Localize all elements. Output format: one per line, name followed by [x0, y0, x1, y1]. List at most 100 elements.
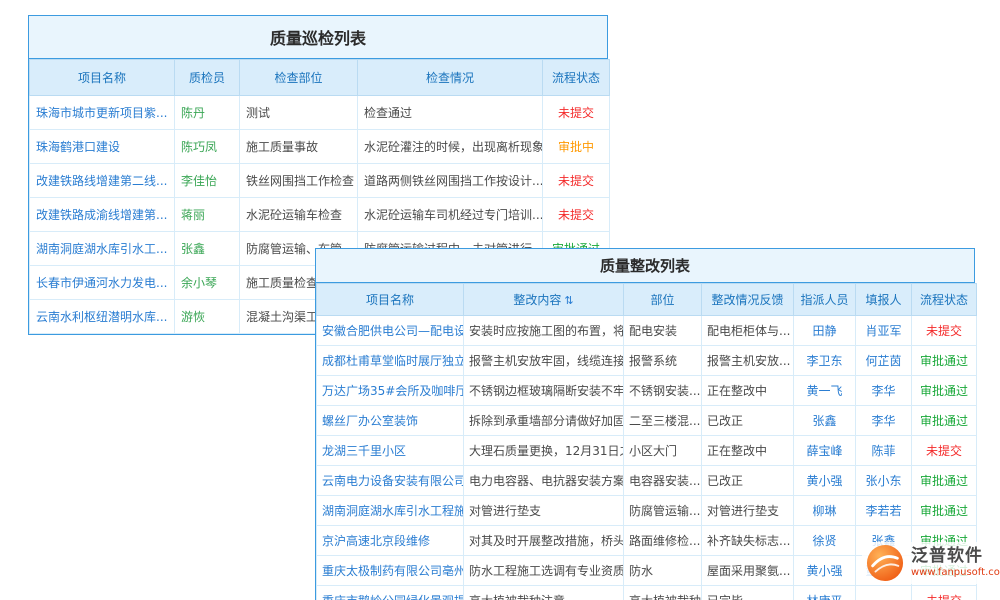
- table-row[interactable]: 螺丝厂办公室装饰拆除到承重墙部分请做好加固...二至三楼混...已改正张鑫李华审…: [317, 406, 977, 436]
- column-header-inspector[interactable]: 质检员: [175, 60, 240, 96]
- table-row[interactable]: 万达广场35#会所及咖啡厅安...不锈钢边框玻璃隔断安装不牢...不锈钢安装..…: [317, 376, 977, 406]
- table-row[interactable]: 湖南洞庭湖水库引水工程施工...对管进行垫支防腐管运输...对管进行垫支柳琳李若…: [317, 496, 977, 526]
- project-name-cell[interactable]: 云南水利枢纽潜明水库...: [30, 300, 175, 334]
- assignee-cell[interactable]: 柳琳: [794, 496, 856, 526]
- column-header-status[interactable]: 流程状态: [912, 284, 977, 316]
- project-name-cell[interactable]: 螺丝厂办公室装饰: [317, 406, 464, 436]
- table-row[interactable]: 珠海鹤港口建设陈巧凤施工质量事故水泥砼灌注的时候，出现离析现象审批中: [30, 130, 610, 164]
- inspector-cell[interactable]: 余小琴: [175, 266, 240, 300]
- content-cell: 高大植被栽种注意: [464, 586, 624, 600]
- status-cell: 未提交: [543, 96, 610, 130]
- project-name-cell[interactable]: 重庆市鹅岭公园绿化景观提升...: [317, 586, 464, 600]
- status-cell: 审批通过: [912, 406, 977, 436]
- logo-text-block: 泛普软件 www.fanpusoft.com: [911, 546, 1000, 580]
- status-cell: 审批通过: [912, 466, 977, 496]
- logo-url-link[interactable]: www.fanpusoft.com: [911, 567, 1000, 580]
- column-header-part[interactable]: 部位: [624, 284, 702, 316]
- project-name-cell[interactable]: 珠海市城市更新项目紫...: [30, 96, 175, 130]
- fanpu-logo-icon: [866, 544, 904, 582]
- content-cell: 防水工程施工选调有专业资质...: [464, 556, 624, 586]
- logo-name: 泛普软件: [911, 546, 1000, 567]
- project-name-cell[interactable]: 珠海鹤港口建设: [30, 130, 175, 164]
- inspector-cell[interactable]: 张鑫: [175, 232, 240, 266]
- part-cell: 报警系统: [624, 346, 702, 376]
- table-row[interactable]: 云南电力设备安装有限公司20...电力电容器、电抗器安装方案...电容器安装..…: [317, 466, 977, 496]
- assignee-cell[interactable]: 李卫东: [794, 346, 856, 376]
- assignee-cell[interactable]: 张鑫: [794, 406, 856, 436]
- situation-cell: 道路两侧铁丝网围挡工作按设计...: [358, 164, 543, 198]
- reporter-cell[interactable]: 肖亚军: [856, 316, 912, 346]
- inspector-cell[interactable]: 陈丹: [175, 96, 240, 130]
- status-cell: 未提交: [543, 164, 610, 198]
- column-header-feedback[interactable]: 整改情况反馈: [702, 284, 794, 316]
- column-header-content[interactable]: 整改内容⇅: [464, 284, 624, 316]
- project-name-cell[interactable]: 万达广场35#会所及咖啡厅安...: [317, 376, 464, 406]
- fanpu-logo: 泛普软件 www.fanpusoft.com: [862, 542, 1000, 584]
- status-cell: 审批通过: [912, 346, 977, 376]
- reporter-cell[interactable]: 李若若: [856, 496, 912, 526]
- project-name-cell[interactable]: 安徽合肥供电公司—配电设备...: [317, 316, 464, 346]
- column-header-part[interactable]: 检查部位: [240, 60, 358, 96]
- part-cell: 配电安装: [624, 316, 702, 346]
- feedback-cell: 屋面采用聚氨...: [702, 556, 794, 586]
- reporter-cell[interactable]: 李华: [856, 376, 912, 406]
- column-header-content-label: 整改内容: [513, 293, 561, 307]
- table-row[interactable]: 改建铁路成渝线增建第...蒋丽水泥砼运输车检查水泥砼运输车司机经过专门培训...…: [30, 198, 610, 232]
- part-cell: 小区大门: [624, 436, 702, 466]
- table-row[interactable]: 重庆市鹅岭公园绿化景观提升...高大植被栽种注意高大植被栽种已完毕林康平未提交: [317, 586, 977, 600]
- inspector-cell[interactable]: 陈巧凤: [175, 130, 240, 164]
- project-name-cell[interactable]: 龙湖三千里小区: [317, 436, 464, 466]
- reporter-cell[interactable]: 张小东: [856, 466, 912, 496]
- column-header-status[interactable]: 流程状态: [543, 60, 610, 96]
- content-cell: 对其及时开展整改措施，桥头...: [464, 526, 624, 556]
- feedback-cell: 正在整改中: [702, 436, 794, 466]
- column-header-project[interactable]: 项目名称: [317, 284, 464, 316]
- feedback-cell: 配电柜柜体与...: [702, 316, 794, 346]
- table-row[interactable]: 改建铁路线增建第二线...李佳怡铁丝网围挡工作检查道路两侧铁丝网围挡工作按设计.…: [30, 164, 610, 198]
- assignee-cell[interactable]: 徐贤: [794, 526, 856, 556]
- project-name-cell[interactable]: 湖南洞庭湖水库引水工...: [30, 232, 175, 266]
- project-name-cell[interactable]: 京沪高速北京段维修: [317, 526, 464, 556]
- inspector-cell[interactable]: 李佳怡: [175, 164, 240, 198]
- part-cell: 路面维修检...: [624, 526, 702, 556]
- column-header-assignee[interactable]: 指派人员: [794, 284, 856, 316]
- project-name-cell[interactable]: 云南电力设备安装有限公司20...: [317, 466, 464, 496]
- assignee-cell[interactable]: 黄小强: [794, 556, 856, 586]
- part-cell: 铁丝网围挡工作检查: [240, 164, 358, 198]
- sort-icon[interactable]: ⇅: [564, 294, 573, 307]
- feedback-cell: 对管进行垫支: [702, 496, 794, 526]
- status-cell: 审批中: [543, 130, 610, 164]
- situation-cell: 水泥砼灌注的时候，出现离析现象: [358, 130, 543, 164]
- part-cell: 防腐管运输...: [624, 496, 702, 526]
- assignee-cell[interactable]: 黄小强: [794, 466, 856, 496]
- reporter-cell[interactable]: [856, 586, 912, 600]
- project-name-cell[interactable]: 重庆太极制药有限公司亳州中...: [317, 556, 464, 586]
- table-row[interactable]: 安徽合肥供电公司—配电设备...安装时应按施工图的布置，将...配电安装配电柜柜…: [317, 316, 977, 346]
- inspector-cell[interactable]: 游恢: [175, 300, 240, 334]
- column-header-reporter[interactable]: 填报人: [856, 284, 912, 316]
- column-header-situation[interactable]: 检查情况: [358, 60, 543, 96]
- assignee-cell[interactable]: 林康平: [794, 586, 856, 600]
- reporter-cell[interactable]: 李华: [856, 406, 912, 436]
- content-cell: 拆除到承重墙部分请做好加固...: [464, 406, 624, 436]
- project-name-cell[interactable]: 湖南洞庭湖水库引水工程施工...: [317, 496, 464, 526]
- assignee-cell[interactable]: 田静: [794, 316, 856, 346]
- assignee-cell[interactable]: 薛宝峰: [794, 436, 856, 466]
- feedback-cell: 已改正: [702, 406, 794, 436]
- table-row[interactable]: 成都杜甫草堂临时展厅独立展...报警主机安放牢固，线缆连接...报警系统报警主机…: [317, 346, 977, 376]
- situation-cell: 水泥砼运输车司机经过专门培训...: [358, 198, 543, 232]
- inspector-cell[interactable]: 蒋丽: [175, 198, 240, 232]
- project-name-cell[interactable]: 改建铁路成渝线增建第...: [30, 198, 175, 232]
- column-header-project[interactable]: 项目名称: [30, 60, 175, 96]
- status-cell: 未提交: [912, 316, 977, 346]
- content-cell: 大理石质量更换，12月31日之...: [464, 436, 624, 466]
- reporter-cell[interactable]: 何芷茵: [856, 346, 912, 376]
- reporter-cell[interactable]: 陈菲: [856, 436, 912, 466]
- table-row[interactable]: 龙湖三千里小区大理石质量更换，12月31日之...小区大门正在整改中薛宝峰陈菲未…: [317, 436, 977, 466]
- status-cell: 未提交: [543, 198, 610, 232]
- assignee-cell[interactable]: 黄一飞: [794, 376, 856, 406]
- table-row[interactable]: 珠海市城市更新项目紫...陈丹测试检查通过未提交: [30, 96, 610, 130]
- project-name-cell[interactable]: 成都杜甫草堂临时展厅独立展...: [317, 346, 464, 376]
- project-name-cell[interactable]: 长春市伊通河水力发电...: [30, 266, 175, 300]
- project-name-cell[interactable]: 改建铁路线增建第二线...: [30, 164, 175, 198]
